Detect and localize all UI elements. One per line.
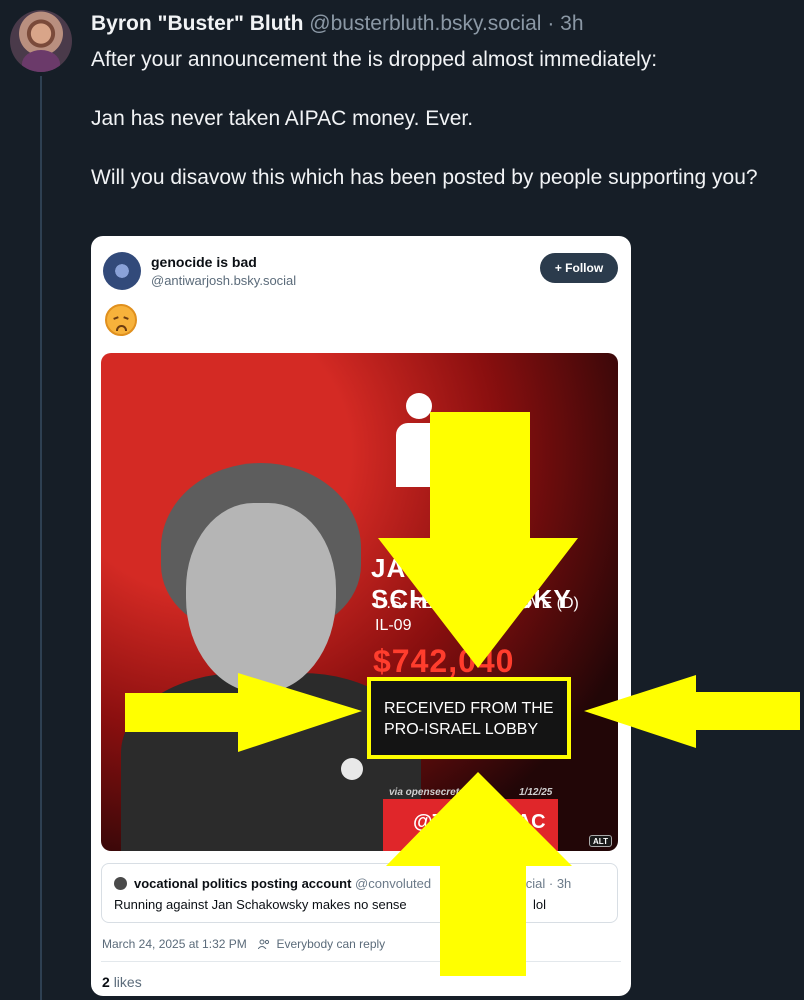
- embed-author-handle: @antiwarjosh.bsky.social: [151, 273, 297, 288]
- post-body: After your announcement the is dropped a…: [91, 45, 791, 222]
- likes-label: likes: [113, 974, 142, 990]
- image-date: 1/12/25: [519, 787, 553, 798]
- quote-author-name: vocational politics posting account: [134, 876, 352, 891]
- lobby-amount: $742,040: [373, 643, 515, 679]
- received-line: PRO-ISRAEL LOBBY: [384, 721, 539, 738]
- reply-setting: Everybody can reply: [276, 937, 386, 951]
- post-paragraph: Jan has never taken AIPAC money. Ever.: [91, 107, 474, 130]
- handle-banner-text: @TrackAIPAC: [413, 811, 546, 833]
- author-handle[interactable]: @busterbluth.bsky.social: [309, 12, 541, 35]
- post-paragraph: Will you disavow this which has been pos…: [91, 166, 758, 189]
- source-credit: via opensecrets.org: [389, 787, 484, 798]
- post-timestamp: March 24, 2025 at 1:32 PM: [102, 937, 247, 951]
- disappointed-face-emoji: [105, 304, 137, 336]
- quote-handle-domain: social: [512, 876, 546, 891]
- post-meta: March 24, 2025 at 1:32 PM Everybody can …: [102, 937, 385, 951]
- quote-time: 3h: [556, 876, 572, 891]
- rep-title-line: U.S. REPRESENTATIVE (D): [375, 595, 579, 612]
- post-paragraph: After your announcement the is dropped a…: [91, 48, 658, 71]
- lapel-pin-icon: [341, 758, 363, 780]
- post-time[interactable]: 3h: [560, 12, 583, 35]
- post-header: Byron "Buster" Bluth @busterbluth.bsky.s…: [91, 12, 584, 36]
- embedded-post-screenshot[interactable]: genocide is bad @antiwarjosh.bsky.social…: [91, 236, 631, 996]
- divider: [101, 961, 621, 962]
- quote-text-tail: lol: [533, 897, 547, 912]
- quote-author-avatar: [114, 877, 127, 890]
- embed-author-name: genocide is bad: [151, 254, 257, 270]
- handle-banner: @TrackAIPAC: [383, 799, 558, 851]
- author-avatar[interactable]: [10, 10, 72, 72]
- follow-button: + Follow: [540, 253, 618, 283]
- likes-number: 2: [102, 974, 110, 990]
- author-name[interactable]: Byron "Buster" Bluth: [91, 12, 303, 35]
- lobby-figure-icon: [386, 393, 466, 493]
- rep-district: IL-09: [375, 617, 412, 634]
- likes-count: 2 likes: [102, 974, 142, 990]
- embed-author-avatar: [103, 252, 141, 290]
- received-line: RECEIVED FROM THE: [384, 700, 554, 717]
- alt-badge: ALT: [589, 835, 612, 847]
- quote-author-handle: @convoluted: [355, 876, 432, 891]
- quote-header: vocational politics posting account @con…: [134, 876, 431, 891]
- quote-handle-tail: social · 3h: [512, 876, 572, 891]
- header-separator: ·: [547, 12, 555, 35]
- person-photo: [121, 463, 421, 851]
- embed-image: JAN SCHAKOWSKY U.S. REPRESENTATIVE (D) I…: [101, 353, 618, 851]
- received-text: RECEIVED FROM THE PRO-ISRAEL LOBBY: [384, 698, 554, 740]
- rep-title: U.S. REPRESENTATIVE (D) IL-09: [375, 593, 579, 637]
- people-icon: [258, 939, 270, 949]
- quote-text: Running against Jan Schakowsky makes no …: [114, 897, 407, 912]
- thread-line: [40, 76, 42, 1000]
- quoted-post: vocational politics posting account @con…: [101, 863, 618, 923]
